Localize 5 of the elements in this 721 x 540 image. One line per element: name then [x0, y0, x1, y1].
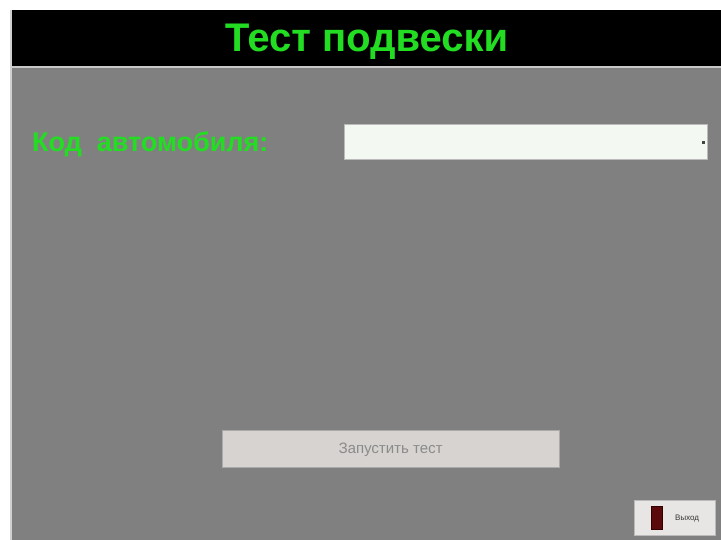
exit-button[interactable]: Выход	[634, 500, 716, 536]
car-code-label: Код автомобиля:	[32, 126, 270, 159]
car-code-dropdown[interactable]	[344, 124, 708, 160]
door-icon	[651, 506, 664, 530]
page-title: Тест подвески	[224, 15, 508, 62]
